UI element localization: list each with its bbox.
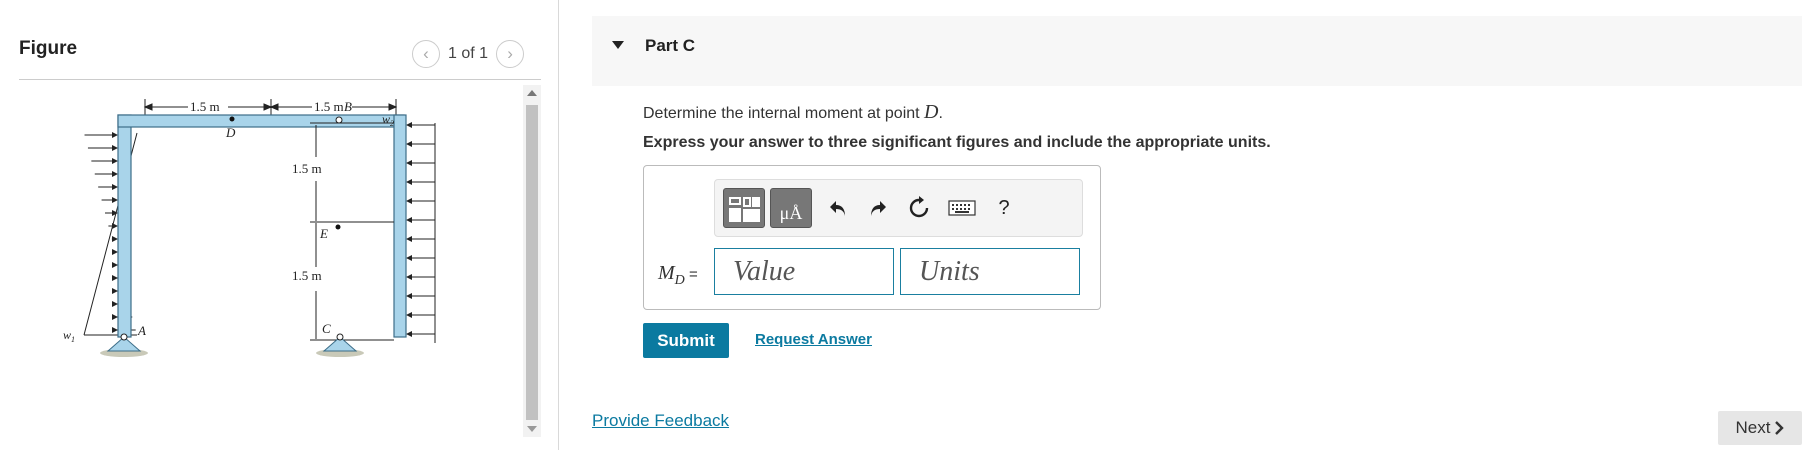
- next-label: Next: [1735, 418, 1771, 437]
- dim-left-label: 1.5 m: [190, 99, 220, 114]
- undo-icon: [830, 201, 845, 216]
- templates-button[interactable]: [723, 188, 765, 228]
- right-load-arrows: [406, 122, 435, 337]
- caret-down-icon[interactable]: [612, 41, 624, 49]
- templates-icon: [729, 197, 760, 222]
- next-figure-button[interactable]: ›: [496, 40, 525, 68]
- units-input[interactable]: Units: [900, 248, 1080, 295]
- question-text: Determine the internal moment at point D…: [643, 101, 943, 123]
- load-arrow-head: [406, 160, 412, 166]
- answer-label: MD =: [658, 262, 698, 288]
- reset-button[interactable]: [904, 193, 934, 223]
- load-arrow-head: [112, 249, 118, 255]
- load-arrow-head: [406, 274, 412, 280]
- pin-b: [335, 116, 343, 124]
- dim-upper-label: 1.5 m: [292, 161, 322, 176]
- load-arrow-head: [406, 312, 412, 318]
- point-b-label: B: [344, 99, 352, 114]
- units-icon: μÅ: [779, 203, 803, 223]
- question-variable: D: [924, 101, 939, 123]
- frame-figure: 1.5 m 1.5 m 1.5 m 1.5 m B D E C A w1 w2: [63, 99, 436, 357]
- load-arrow-head: [112, 327, 118, 333]
- load-arrow-head: [406, 255, 412, 261]
- load-arrow-head: [406, 122, 412, 128]
- load-arrow-head: [406, 293, 412, 299]
- figure-scrollbar[interactable]: [523, 85, 541, 437]
- pager-text: 1 of 1: [448, 45, 489, 62]
- help-button[interactable]: ?: [989, 193, 1019, 223]
- figure-title: Figure: [19, 38, 78, 59]
- load-arrow-head: [112, 236, 118, 242]
- part-title: Part C: [645, 36, 696, 55]
- point-c-label: C: [322, 321, 331, 336]
- scroll-thumb[interactable]: [526, 105, 538, 420]
- load-arrow-head: [112, 262, 118, 268]
- load-arrow-head: [112, 132, 118, 138]
- support-c: [316, 333, 364, 357]
- figure-divider: [19, 79, 541, 80]
- part-header[interactable]: Part C: [592, 16, 1802, 86]
- load-arrow-head: [112, 171, 118, 177]
- request-answer-link[interactable]: Request Answer: [755, 331, 872, 348]
- units-button[interactable]: μÅ: [770, 188, 812, 228]
- undo-button[interactable]: [823, 193, 853, 223]
- chevron-left-icon: ‹: [423, 44, 429, 63]
- keyboard-icon: [948, 200, 976, 216]
- w1-label: w1: [63, 328, 75, 344]
- load-arrow-head: [406, 179, 412, 185]
- scroll-up-icon[interactable]: [527, 90, 537, 96]
- load-arrow-head: [112, 158, 118, 164]
- redo-icon: [871, 201, 886, 216]
- load-arrow-head: [112, 223, 118, 229]
- panel-divider: [558, 0, 559, 450]
- load-arrow-head: [112, 301, 118, 307]
- math-toolbar: μÅ ?: [714, 179, 1083, 237]
- submit-button[interactable]: Submit: [643, 323, 729, 358]
- scroll-down-icon[interactable]: [527, 426, 537, 432]
- point-e-dot: [335, 224, 341, 230]
- next-button[interactable]: Next: [1718, 411, 1802, 445]
- answer-box: μÅ ? MD = Value Units: [643, 165, 1101, 310]
- reset-icon: [909, 196, 929, 218]
- load-arrow-head: [112, 197, 118, 203]
- chevron-right-icon: [1775, 421, 1785, 435]
- load-arrow-head: [406, 198, 412, 204]
- figure-panel: Figure ‹ 1 of 1 › 1.5 m 1.5 m 1.5 m 1.5 …: [0, 0, 558, 457]
- load-arrow-head: [406, 217, 412, 223]
- figure-pager: ‹ 1 of 1 ›: [412, 40, 525, 68]
- point-d-dot: [229, 116, 235, 122]
- point-e-label: E: [319, 226, 328, 241]
- load-arrow-head: [112, 145, 118, 151]
- chevron-right-icon: ›: [507, 44, 513, 63]
- load-arrow-head: [406, 236, 412, 242]
- point-d-label: D: [225, 125, 236, 140]
- load-arrow-head: [112, 314, 118, 320]
- load-arrow-head: [112, 184, 118, 190]
- redo-button[interactable]: [863, 193, 893, 223]
- load-arrow-head: [112, 288, 118, 294]
- load-arrow-head: [406, 141, 412, 147]
- keyboard-button[interactable]: [945, 193, 979, 223]
- provide-feedback-link[interactable]: Provide Feedback: [592, 411, 729, 431]
- frame-members: [117, 114, 407, 338]
- instruction-text: Express your answer to three significant…: [643, 134, 1271, 151]
- point-a-label: A: [137, 323, 146, 338]
- load-arrow-head: [112, 275, 118, 281]
- dim-right-label: 1.5 m: [314, 99, 344, 114]
- value-input[interactable]: Value: [714, 248, 894, 295]
- prev-figure-button[interactable]: ‹: [412, 40, 440, 68]
- load-arrow-head: [406, 331, 412, 337]
- dim-lower-label: 1.5 m: [292, 268, 322, 283]
